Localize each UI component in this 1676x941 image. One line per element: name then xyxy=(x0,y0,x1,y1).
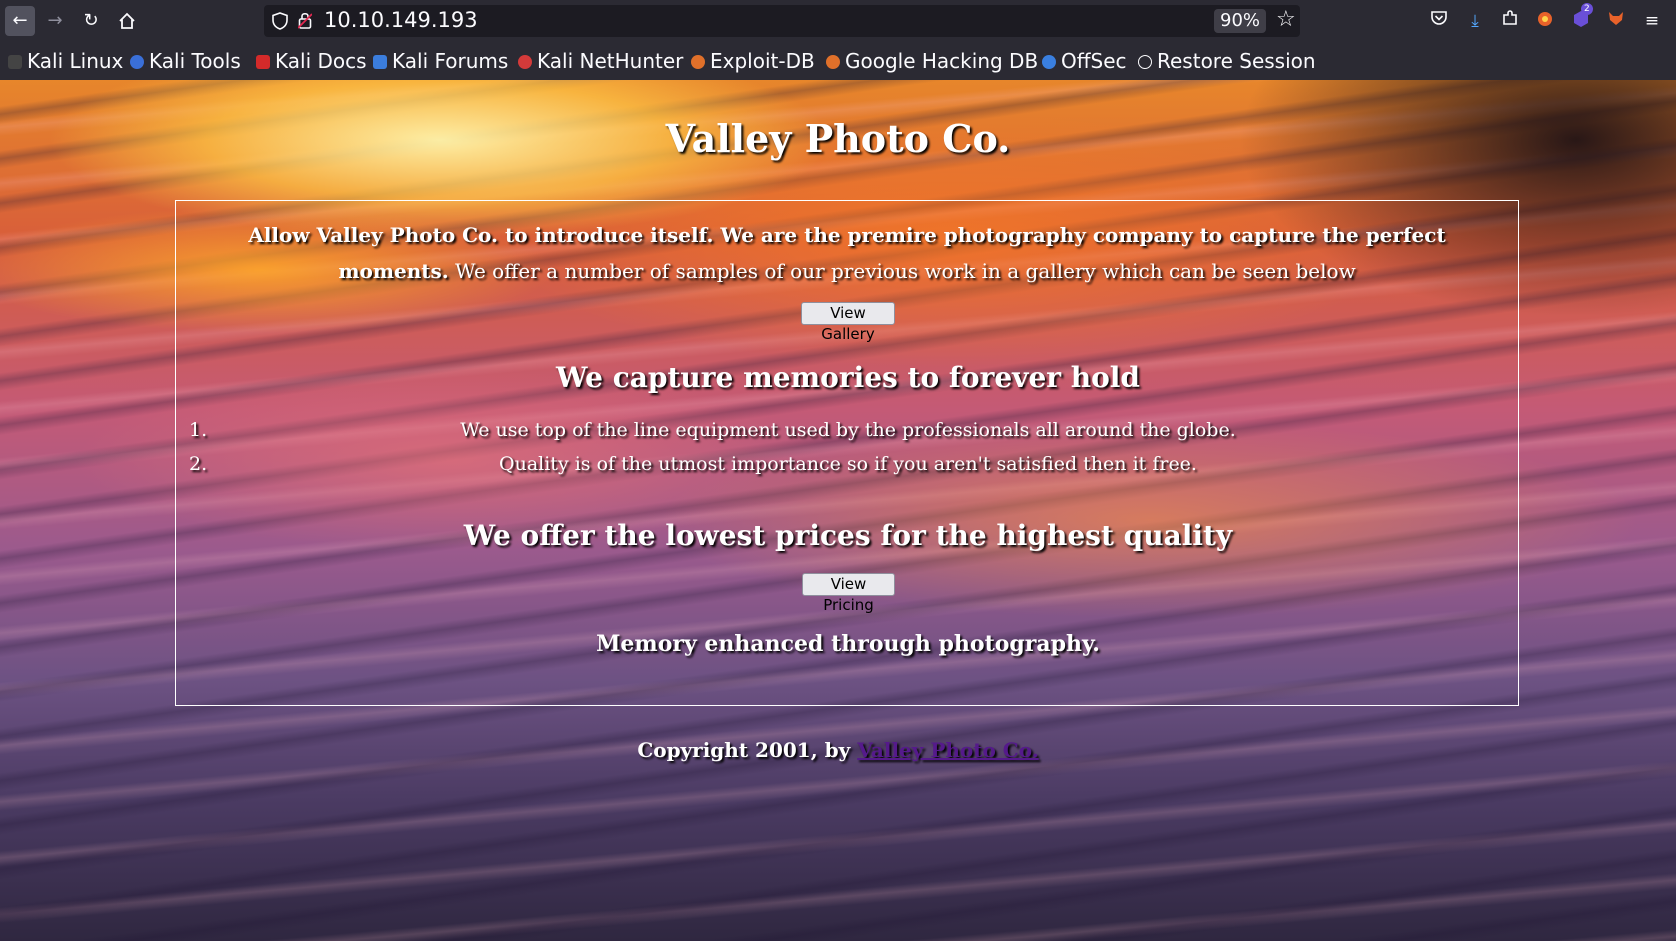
url-text[interactable]: 10.10.149.193 xyxy=(324,8,478,32)
offsec-icon xyxy=(1042,55,1056,69)
list-number: 2. xyxy=(189,453,208,475)
content-box: Allow Valley Photo Co. to introduce itse… xyxy=(175,200,1519,706)
extension-hex-icon[interactable]: 2 xyxy=(1569,3,1593,33)
back-button[interactable]: ← xyxy=(5,6,35,36)
bookmark-star-icon[interactable]: ☆ xyxy=(1276,7,1296,32)
bookmark-kali-tools[interactable]: Kali Tools xyxy=(130,47,241,75)
forward-arrow-icon: → xyxy=(47,10,63,31)
bookmark-offsec[interactable]: OffSec xyxy=(1042,47,1127,75)
tagline: Memory enhanced through photography. xyxy=(596,631,1100,657)
bookmark-kali-linux[interactable]: Kali Linux xyxy=(8,47,123,75)
web-page: Valley Photo Co. Allow Valley Photo Co. … xyxy=(0,80,1676,941)
fox-extension-icon[interactable] xyxy=(1604,9,1628,33)
browser-toolbar: ← → ↻ 10.10.149.193 90% ☆ ⤓ 2 ≡ xyxy=(0,0,1676,42)
back-arrow-icon: ← xyxy=(12,10,28,31)
extensions-puzzle-icon[interactable] xyxy=(1498,9,1522,33)
bookmark-kali-forums[interactable]: Kali Forums xyxy=(373,47,508,75)
reload-button[interactable]: ↻ xyxy=(76,6,106,36)
exploit-db-icon xyxy=(691,55,705,69)
intro-text: We offer a number of samples of our prev… xyxy=(448,259,1356,283)
list-text: Quality is of the utmost importance so i… xyxy=(499,453,1197,475)
pocket-icon[interactable] xyxy=(1427,9,1451,33)
view-gallery-button[interactable]: View Gallery xyxy=(801,302,895,343)
kali-docs-icon xyxy=(256,55,270,69)
view-pricing-button[interactable]: View Pricing xyxy=(802,573,895,614)
insecure-lock-icon[interactable] xyxy=(298,11,312,29)
shield-icon[interactable] xyxy=(272,12,288,30)
globe-icon xyxy=(1138,55,1152,69)
extension-badge: 2 xyxy=(1581,3,1593,15)
bookmark-kali-docs[interactable]: Kali Docs xyxy=(256,47,367,75)
site-title: Valley Photo Co. xyxy=(665,116,1011,161)
kali-dragon-icon xyxy=(8,55,22,69)
bookmark-restore-session[interactable]: Restore Session xyxy=(1138,47,1316,75)
list-text: We use top of the line equipment used by… xyxy=(460,419,1236,441)
footer-copyright: Copyright 2001, by Valley Photo Co. xyxy=(0,738,1676,762)
footer-text: Copyright 2001, by xyxy=(637,738,858,762)
bookmark-google-hacking-db[interactable]: Google Hacking DB xyxy=(826,47,1038,75)
footer-company-link[interactable]: Valley Photo Co. xyxy=(857,738,1038,762)
menu-hamburger-icon[interactable]: ≡ xyxy=(1640,9,1664,33)
prices-heading: We offer the lowest prices for the highe… xyxy=(463,519,1233,552)
bookmarks-toolbar: Kali Linux Kali Tools Kali Docs Kali For… xyxy=(0,42,1676,80)
kali-forums-icon xyxy=(373,55,387,69)
kali-tools-icon xyxy=(130,55,144,69)
intro-paragraph: Allow Valley Photo Co. to introduce itse… xyxy=(196,217,1498,289)
forward-button[interactable]: → xyxy=(40,6,70,36)
memories-heading: We capture memories to forever hold xyxy=(555,361,1141,394)
bookmark-kali-nethunter[interactable]: Kali NetHunter xyxy=(518,47,683,75)
bookmark-exploit-db[interactable]: Exploit-DB xyxy=(691,47,815,75)
kali-nethunter-icon xyxy=(518,55,532,69)
downloads-icon[interactable]: ⤓ xyxy=(1463,9,1487,33)
ghdb-icon xyxy=(826,55,840,69)
reload-icon: ↻ xyxy=(83,10,99,31)
list-number: 1. xyxy=(189,419,208,441)
home-button[interactable] xyxy=(112,6,142,36)
home-icon xyxy=(119,12,135,29)
zoom-level-button[interactable]: 90% xyxy=(1214,9,1267,33)
foxyproxy-extension-icon[interactable] xyxy=(1533,9,1557,33)
address-bar[interactable]: 10.10.149.193 90% ☆ xyxy=(264,5,1300,37)
